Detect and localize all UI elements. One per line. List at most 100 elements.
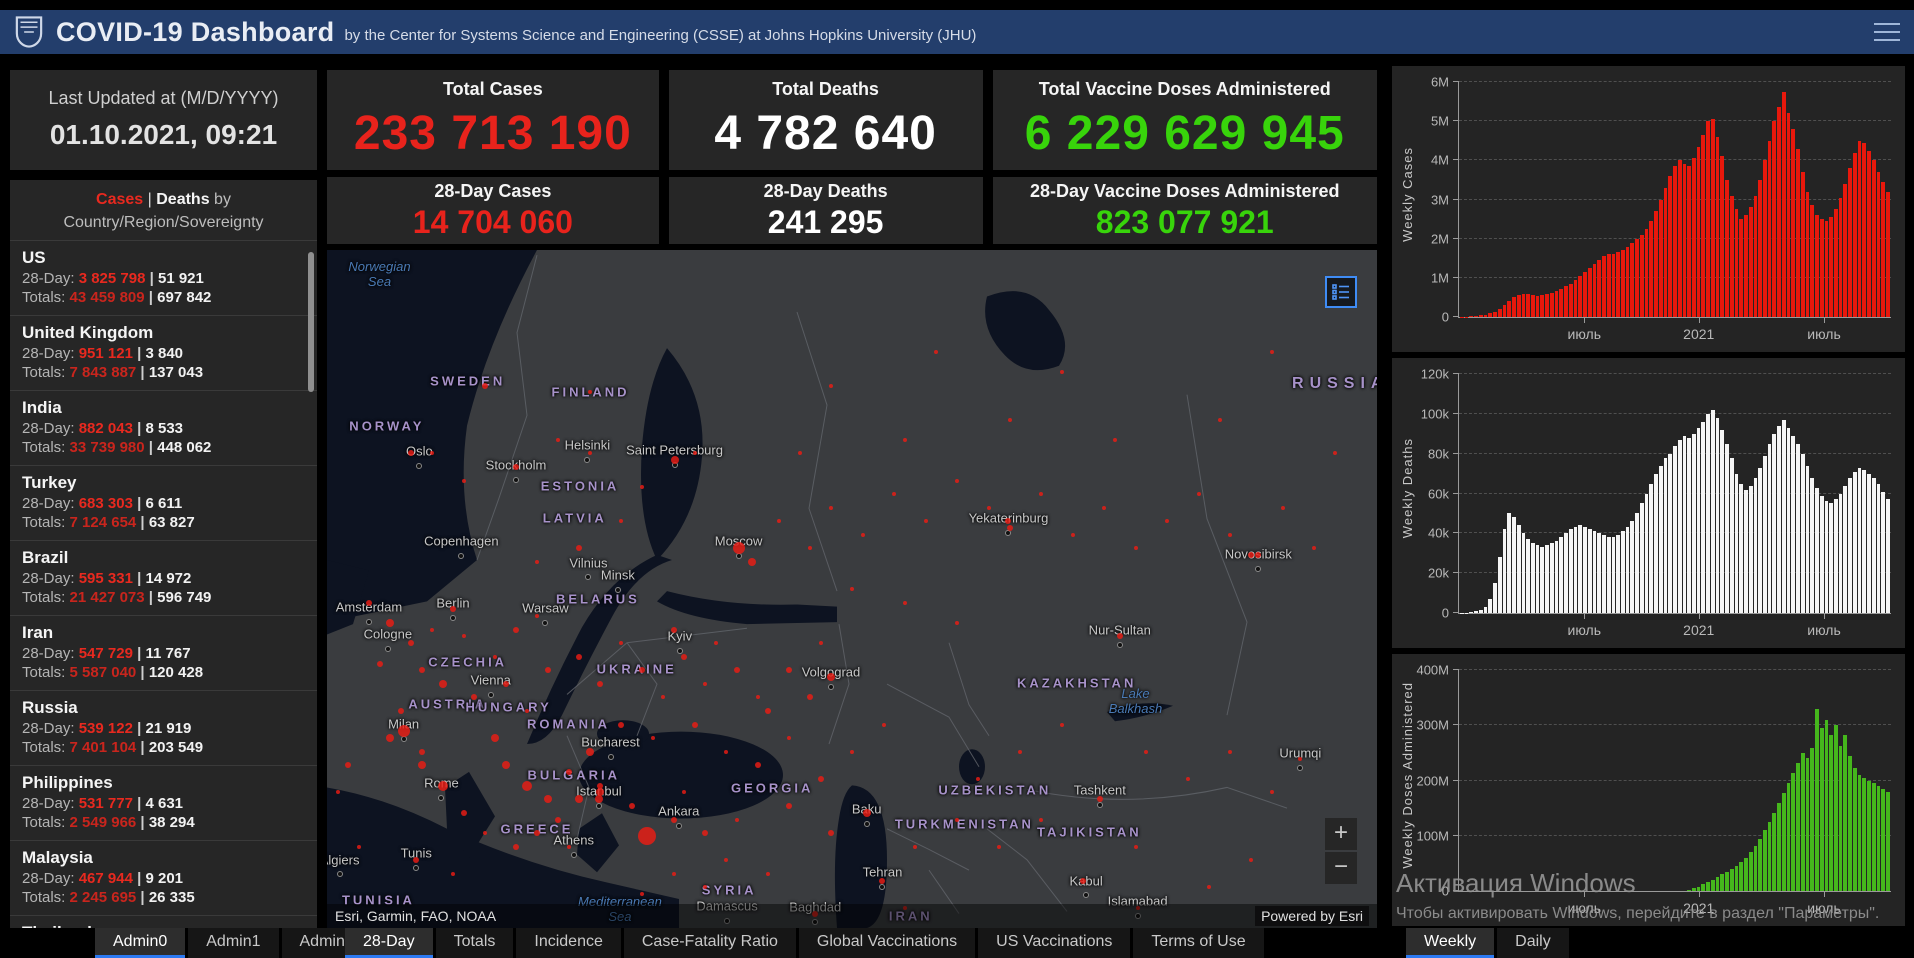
weekly-deaths-chart[interactable]: Weekly Deaths 120k 100k 80k 60k 40k 20k 0 июль 20…: [1392, 358, 1905, 648]
x-tick-label: июль: [1567, 900, 1602, 916]
tab-28-day[interactable]: 28-Day: [345, 928, 433, 958]
country-row[interactable]: Malaysia 28-Day: 467 944 | 9 201 Totals: 2…: [10, 840, 317, 915]
bar: [1791, 772, 1796, 891]
bar: [1796, 762, 1800, 891]
bar: [1725, 871, 1729, 891]
bar: [1800, 172, 1805, 317]
bar: [1834, 209, 1838, 317]
covid-case-dot: [639, 667, 645, 674]
city-marker: [438, 794, 445, 801]
x-tick-label: июль: [1807, 900, 1841, 916]
tab-terms-of-use[interactable]: Terms of Use: [1133, 928, 1264, 958]
country-row[interactable]: US 28-Day: 3 825 798 | 51 921 Totals: 43 4…: [10, 240, 317, 315]
stat-card-total-cases: Total Cases 233 713 190: [327, 70, 659, 170]
chart-bars: [1459, 82, 1891, 317]
tab-weekly[interactable]: Weekly: [1406, 928, 1495, 958]
weekly-cases-chart[interactable]: Weekly Cases 6M 5M 4M 3M 2M 1M 0 июль 2021 июль: [1392, 66, 1905, 352]
tab-totals[interactable]: Totals: [435, 928, 514, 958]
stat-value: 14 704 060: [412, 203, 573, 240]
bar: [1720, 156, 1725, 317]
country-row[interactable]: Russia 28-Day: 539 122 | 21 919 Totals: 7 …: [10, 690, 317, 765]
bar: [1710, 119, 1715, 317]
covid-case-dot: [879, 877, 886, 884]
bar: [1786, 782, 1791, 891]
country-row[interactable]: Brazil 28-Day: 595 331 | 14 972 Totals: 21…: [10, 540, 317, 615]
tab-admin0[interactable]: Admin0: [95, 928, 186, 958]
bar: [1871, 160, 1876, 317]
covid-case-dot: [1270, 790, 1274, 795]
covid-case-dot: [451, 871, 455, 876]
bar: [1715, 877, 1720, 891]
bar: [1592, 264, 1597, 317]
bar: [1502, 305, 1507, 317]
bar: [1758, 179, 1762, 317]
bar: [1606, 254, 1611, 317]
covid-case-dot: [850, 749, 854, 754]
hamburger-menu-icon[interactable]: [1874, 23, 1900, 41]
tab-case-fatality-ratio[interactable]: Case-Fatality Ratio: [623, 928, 796, 958]
last-updated-value: 01.10.2021, 09:21: [49, 119, 278, 150]
bar: [1744, 489, 1748, 613]
bar: [1772, 433, 1777, 613]
covid-case-dot: [670, 816, 677, 823]
x-tick-mark: [1698, 891, 1700, 897]
weekly-doses-chart[interactable]: Weekly Doses Administered 400M 300M 200M 100…: [1392, 654, 1905, 926]
covid-case-dot: [1228, 532, 1232, 537]
chart-bars: [1459, 374, 1891, 613]
bar: [1763, 830, 1767, 891]
covid-case-dot: [892, 492, 896, 497]
bar: [1824, 221, 1829, 317]
covid-case-dot: [827, 673, 835, 682]
pipe-sep: |: [143, 191, 157, 208]
tab-daily[interactable]: Daily: [1497, 928, 1569, 958]
y-tick-label: 0: [1441, 883, 1449, 899]
tab-us-vaccinations[interactable]: US Vaccinations: [978, 928, 1131, 958]
country-row[interactable]: Philippines 28-Day: 531 777 | 4 631 Totals…: [10, 765, 317, 840]
y-tick-label: 120k: [1420, 366, 1449, 382]
covid-case-dot: [640, 485, 644, 490]
bar: [1602, 256, 1606, 317]
covid-case-dot: [1270, 349, 1274, 354]
tab-incidence[interactable]: Incidence: [516, 928, 621, 958]
covid-case-dot: [619, 519, 623, 524]
tab-global-vaccinations[interactable]: Global Vaccinations: [798, 928, 976, 958]
covid-case-dot: [535, 559, 539, 564]
bar: [1777, 425, 1781, 613]
bar: [1753, 845, 1758, 891]
zoom-in-button[interactable]: +: [1325, 818, 1357, 850]
map-legend-button[interactable]: [1325, 276, 1357, 308]
covid-case-dot: [1333, 451, 1337, 456]
country-row[interactable]: India 28-Day: 882 043 | 8 533 Totals: 33 7…: [10, 390, 317, 465]
covid-case-dot: [438, 679, 447, 688]
country-28day-line: 28-Day: 595 331 | 14 972: [22, 570, 192, 588]
zoom-out-button[interactable]: −: [1325, 852, 1357, 884]
country-row[interactable]: Iran 28-Day: 547 729 | 11 767 Totals: 5 58…: [10, 615, 317, 690]
bar: [1852, 768, 1857, 891]
x-tick-label: июль: [1567, 326, 1602, 342]
covid-case-dot: [501, 761, 510, 770]
last-updated-label: Last Updated at (M/D/YYYY): [48, 88, 279, 108]
country-row[interactable]: United Kingdom 28-Day: 951 121 | 3 840 Tot…: [10, 315, 317, 390]
bar: [1691, 433, 1696, 613]
covid-case-dot: [1207, 885, 1211, 890]
bar: [1535, 296, 1540, 317]
bar: [1843, 485, 1848, 613]
bar: [1568, 529, 1573, 613]
country-28day-line: 28-Day: 951 121 | 3 840: [22, 345, 184, 363]
bar: [1744, 215, 1748, 317]
bar: [1871, 477, 1876, 613]
bar: [1497, 309, 1502, 317]
country-list-scrollbar[interactable]: [308, 252, 314, 392]
stat-value: 233 713 190: [353, 107, 632, 160]
covid-case-dot: [986, 505, 991, 510]
bar: [1469, 612, 1474, 613]
bar: [1540, 295, 1545, 317]
country-row[interactable]: Turkey 28-Day: 683 303 | 6 611 Totals: 7 1…: [10, 465, 317, 540]
covid-case-dot: [397, 708, 404, 715]
covid-case-dot: [397, 725, 410, 738]
y-tick-label: 20k: [1428, 565, 1449, 581]
country-totals-line: Totals: 33 739 980 | 448 062: [22, 439, 212, 457]
world-map[interactable]: Norwegian SeaSWEDENFINLANDNORWAYRUSSIAES…: [327, 250, 1377, 928]
tab-admin1[interactable]: Admin1: [188, 928, 279, 958]
bar: [1729, 457, 1734, 613]
